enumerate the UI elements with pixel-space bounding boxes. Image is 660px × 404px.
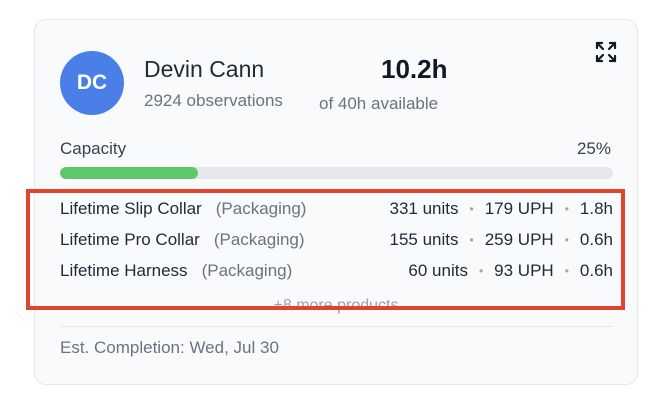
product-units: 331 units bbox=[389, 198, 459, 218]
capacity-bar-fill bbox=[60, 167, 199, 179]
product-row: Lifetime Harness (Packaging) 60 units • … bbox=[60, 255, 613, 286]
product-uph: 259 UPH bbox=[484, 229, 554, 249]
capacity-percent: 25% bbox=[576, 139, 611, 158]
product-hours: 0.6h bbox=[579, 229, 613, 249]
product-row: Lifetime Slip Collar (Packaging) 331 uni… bbox=[60, 193, 613, 224]
employee-card: DC Devin Cann 2924 observations 10.2h of… bbox=[34, 19, 638, 385]
product-hours: 1.8h bbox=[579, 198, 613, 218]
product-row: Lifetime Pro Collar (Packaging) 155 unit… bbox=[60, 224, 613, 255]
divider bbox=[60, 326, 613, 327]
separator-dot: • bbox=[564, 263, 569, 278]
separator-dot: • bbox=[469, 232, 474, 247]
hours-value: 10.2h bbox=[381, 54, 448, 84]
separator-dot: • bbox=[564, 201, 569, 216]
product-list: Lifetime Slip Collar (Packaging) 331 uni… bbox=[60, 193, 613, 286]
hours-available: of 40h available bbox=[319, 94, 439, 113]
product-uph: 93 UPH bbox=[494, 260, 554, 280]
separator-dot: • bbox=[564, 232, 569, 247]
separator-dot: • bbox=[478, 263, 484, 278]
product-hours: 0.6h bbox=[579, 260, 613, 280]
expand-icon[interactable] bbox=[594, 40, 618, 64]
capacity-label: Capacity bbox=[60, 139, 127, 158]
employee-name: Devin Cann bbox=[144, 56, 265, 82]
product-category: (Packaging) bbox=[215, 198, 307, 218]
product-name: Lifetime Pro Collar bbox=[60, 229, 200, 249]
more-products-link[interactable]: +8 more products bbox=[35, 297, 637, 315]
product-units: 155 units bbox=[389, 229, 459, 249]
observations-count: 2924 observations bbox=[144, 91, 283, 110]
estimated-completion: Est. Completion: Wed, Jul 30 bbox=[60, 338, 279, 357]
product-name: Lifetime Harness bbox=[60, 260, 188, 280]
avatar: DC bbox=[60, 51, 124, 115]
product-name: Lifetime Slip Collar bbox=[60, 198, 202, 218]
capacity-bar bbox=[60, 167, 613, 179]
separator-dot: • bbox=[469, 201, 474, 216]
product-category: (Packaging) bbox=[201, 260, 293, 280]
product-units: 60 units bbox=[408, 260, 468, 280]
product-category: (Packaging) bbox=[213, 229, 305, 249]
product-uph: 179 UPH bbox=[484, 198, 554, 218]
